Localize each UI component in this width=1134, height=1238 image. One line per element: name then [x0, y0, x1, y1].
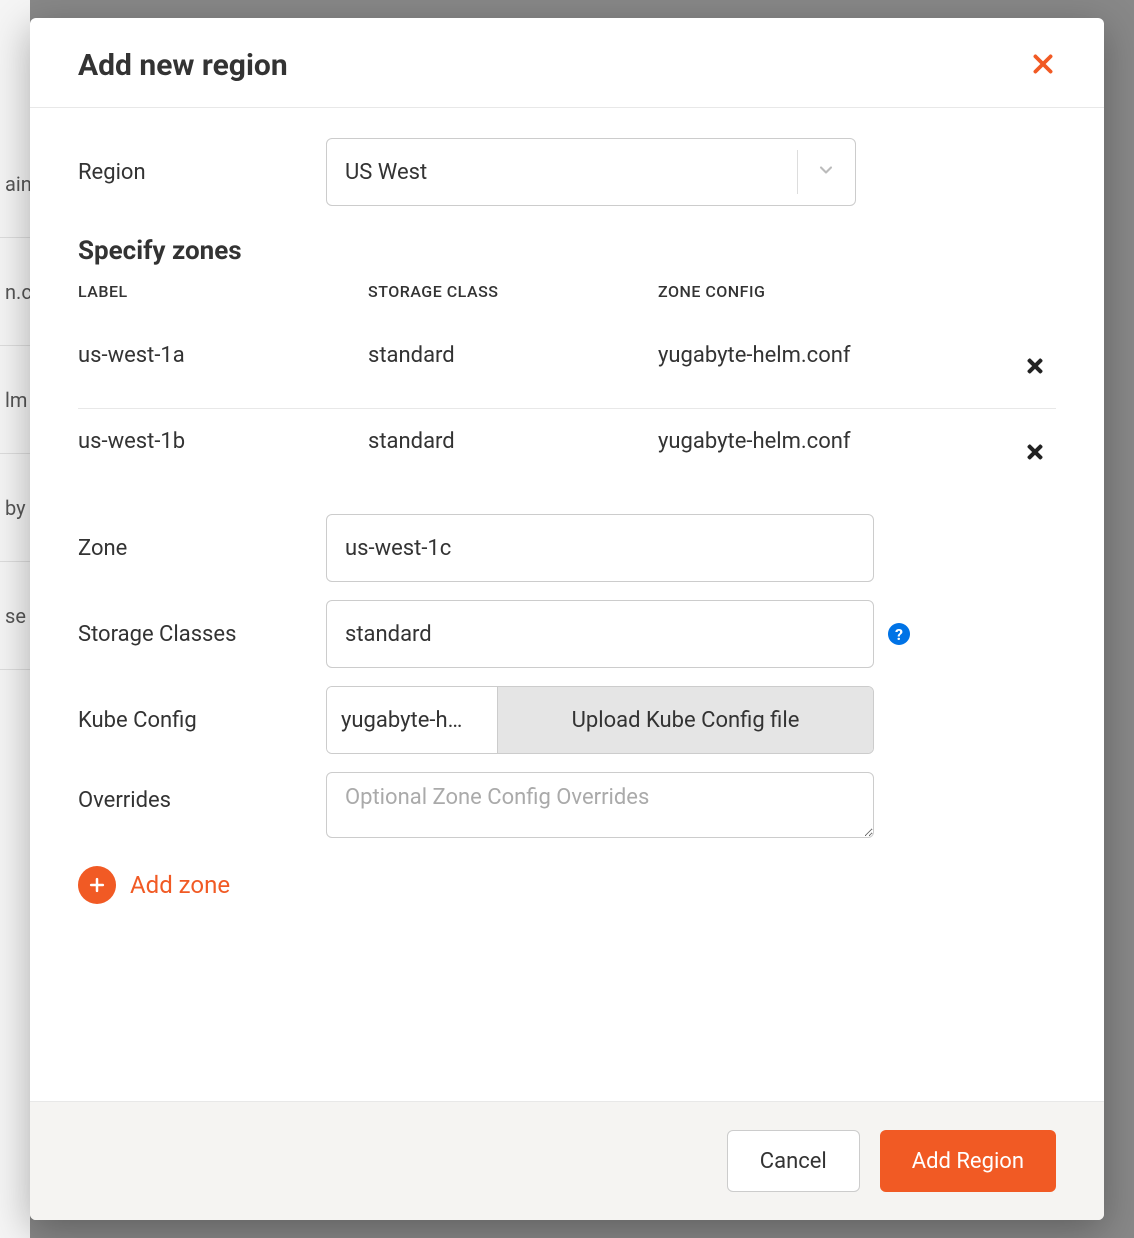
modal-title: Add new region: [78, 48, 288, 83]
cancel-button[interactable]: Cancel: [727, 1130, 860, 1192]
bg-row: lm: [0, 346, 30, 454]
upload-kube-config-button[interactable]: Upload Kube Config file: [497, 687, 873, 753]
bg-row: ain: [0, 130, 30, 238]
help-icon[interactable]: ?: [888, 623, 910, 645]
remove-zone-icon[interactable]: [1024, 355, 1046, 383]
add-region-modal: Add new region Region US West Specify zo…: [30, 18, 1104, 1220]
kube-config-row: Kube Config yugabyte-h… Upload Kube Conf…: [78, 686, 1056, 754]
chevron-down-icon: [816, 160, 836, 184]
zone-config-value: yugabyte-helm.conf: [658, 343, 1056, 368]
add-zone-button[interactable]: Add zone: [78, 866, 1056, 904]
zone-table-header: LABEL STORAGE CLASS ZONE CONFIG: [78, 282, 1056, 301]
modal-body: Region US West Specify zones LABEL STORA…: [30, 108, 1104, 1101]
remove-zone-icon[interactable]: [1024, 441, 1046, 469]
zone-input[interactable]: [326, 514, 874, 582]
region-row: Region US West: [78, 138, 1056, 206]
storage-classes-row: Storage Classes ?: [78, 600, 1056, 668]
storage-classes-label: Storage Classes: [78, 622, 326, 647]
zone-label-value: us-west-1b: [78, 429, 368, 454]
add-region-button[interactable]: Add Region: [880, 1130, 1056, 1192]
bg-row: n.c: [0, 238, 30, 346]
close-icon[interactable]: [1030, 50, 1056, 82]
zone-row: us-west-1b standard yugabyte-helm.conf: [78, 409, 1056, 494]
overrides-textarea[interactable]: [326, 772, 874, 838]
zone-row: us-west-1a standard yugabyte-helm.conf: [78, 323, 1056, 409]
new-zone-row: Zone: [78, 514, 1056, 582]
header-label: LABEL: [78, 282, 368, 301]
modal-footer: Cancel Add Region: [30, 1101, 1104, 1220]
zone-label-value: us-west-1a: [78, 343, 368, 368]
specify-zones-heading: Specify zones: [78, 236, 1056, 266]
modal-header: Add new region: [30, 18, 1104, 108]
kube-filename: yugabyte-h…: [327, 687, 497, 753]
zone-storage-value: standard: [368, 343, 658, 368]
bg-row: by: [0, 454, 30, 562]
region-label: Region: [78, 160, 326, 185]
overrides-row: Overrides: [78, 772, 1056, 838]
kube-config-label: Kube Config: [78, 708, 326, 733]
bg-row: se: [0, 562, 30, 670]
region-selected-value: US West: [345, 160, 427, 185]
kube-config-upload: yugabyte-h… Upload Kube Config file: [326, 686, 874, 754]
overrides-label: Overrides: [78, 772, 326, 813]
plus-icon: [78, 866, 116, 904]
select-divider: [797, 150, 798, 194]
region-select[interactable]: US West: [326, 138, 856, 206]
header-storage: STORAGE CLASS: [368, 282, 658, 301]
zone-config-value: yugabyte-helm.conf: [658, 429, 1056, 454]
zone-input-label: Zone: [78, 536, 326, 561]
background-panel: ain n.c lm by se: [0, 0, 30, 1238]
storage-classes-input[interactable]: [326, 600, 874, 668]
zone-storage-value: standard: [368, 429, 658, 454]
add-zone-label: Add zone: [130, 871, 230, 899]
header-config: ZONE CONFIG: [658, 282, 1056, 301]
